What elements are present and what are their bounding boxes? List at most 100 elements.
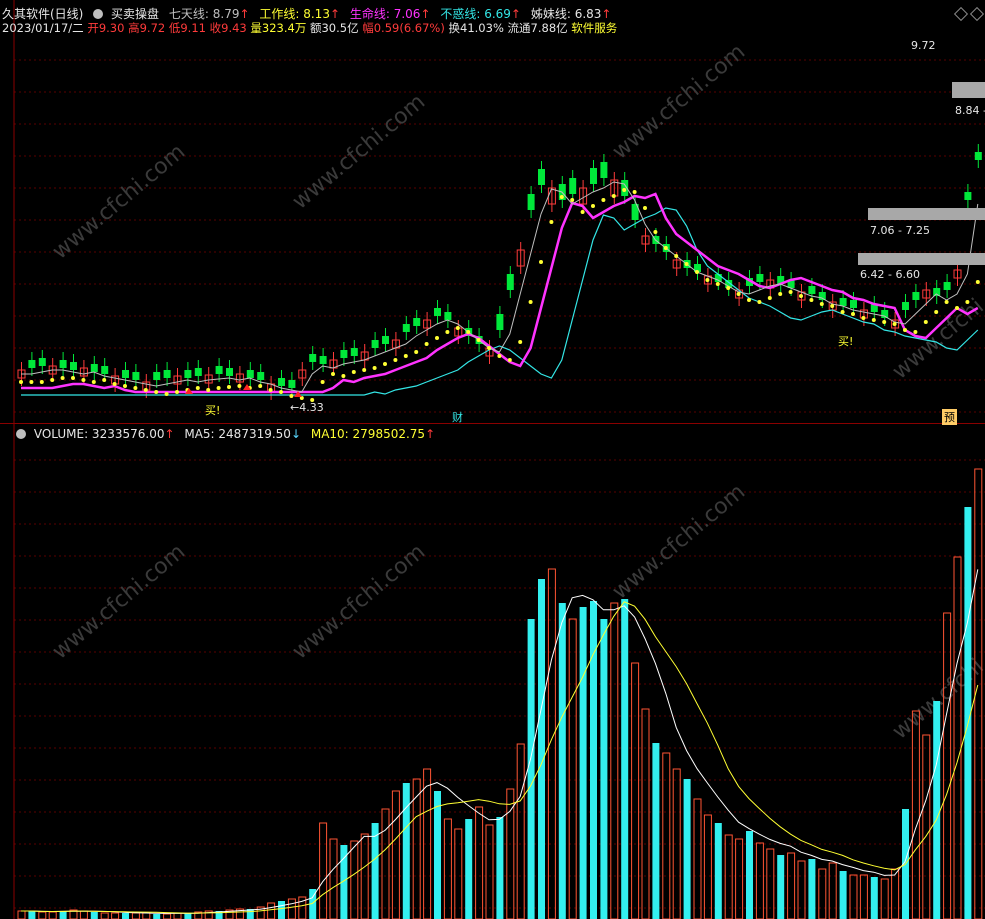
candle-body [90,364,98,372]
work-line-dot [487,346,491,350]
candle-body [496,314,504,330]
candle-body [215,366,223,374]
candle-body [850,300,857,308]
candle-body [590,168,597,184]
work-line-dot [143,388,148,392]
volume-bar [746,831,753,919]
volume-bar [122,913,129,919]
work-line-dot [518,340,523,344]
volume-bar [100,912,109,919]
level-label-3: 6.42 - 6.60 [860,268,920,281]
volume-bar [558,603,566,919]
line-7day: 七天线: 8.79 [169,7,250,21]
volume-bar [111,912,120,919]
work-line-dot [351,370,356,374]
work-line-dot [539,260,543,264]
volume-bar [142,912,151,919]
work-line-dot [799,294,803,298]
quote-high: 高9.72 [128,21,166,35]
volume-bar [79,910,88,919]
work-line-dot [175,390,179,394]
volume-bar [131,912,140,919]
volume-bar [933,701,941,919]
work-line-dot [684,262,689,266]
work-line-dot [715,282,720,286]
candle-body [194,368,202,376]
watermark-text: www.cfchi.com [608,39,750,164]
work-line-dot [60,376,65,380]
volume-bar [278,901,285,919]
work-line-dot [331,372,335,376]
buy-signal-2: 买! [838,335,854,348]
kline-chart[interactable]: www.cfchi.com www.cfchi.com www.cfchi.com w… [0,0,985,919]
work-line-dot [923,320,928,324]
volume-bar [735,838,744,919]
work-line-dot [643,206,647,210]
volume-bar [568,618,577,919]
volume-bar [371,823,379,919]
volume-bar [153,914,161,919]
watermark-text: www.cfchi.com [608,479,750,604]
work-line-dot [507,358,512,362]
quote-open: 开9.30 [87,21,125,35]
work-line-dot [341,374,346,378]
price-level-bar-3 [858,253,985,265]
volume-settings-icon[interactable] [16,429,26,439]
work-line-dot [570,198,575,202]
work-line-dot [455,326,460,330]
watermark-text: www.cfchi.com [288,89,430,214]
quote-low: 低9.11 [168,21,206,35]
volume-bar [443,818,452,919]
volume-bar [163,913,172,919]
work-line-dot [591,204,595,208]
candle-body [278,378,285,386]
volume-bar [59,911,67,919]
volume-label: VOLUME: 3233576.00 [33,427,165,441]
work-line-dot [279,390,283,394]
work-line-dot [71,376,75,380]
work-line-dot [372,366,377,370]
candle-body [59,360,67,368]
work-line-dot [955,306,959,310]
volume-bar [287,898,296,919]
ma5-label: MA5: 2487319.50 [184,427,291,441]
work-line-dot [258,384,263,388]
forecast-marker[interactable]: 预 [942,409,957,425]
candle-body [902,302,909,310]
work-line-dot [424,342,429,346]
work-line-dot [632,190,637,194]
candle-body [434,308,441,316]
quote-float: 流通7.88亿 [507,21,568,35]
work-line-dot [788,290,793,294]
volume-bar [870,877,878,919]
work-line-dot [882,320,887,324]
work-line-dot [830,304,835,308]
quote-volume: 量323.4万 [250,21,307,35]
volume-bar [17,910,26,919]
volume-bar [465,819,473,919]
settings-dropdown-icon[interactable] [93,9,104,19]
work-line-dot [19,380,23,384]
volume-bar [652,743,660,919]
work-line-dot [622,188,627,192]
quote-info: 2023/01/17/二 开9.30 高9.72 低9.11 收9.43 量32… [2,20,617,36]
finance-marker[interactable]: 财 [452,409,463,425]
seven-day-line [21,181,979,393]
work-line-dot [767,296,772,300]
indicator-name[interactable]: 买卖操盘 [111,7,159,21]
volume-bar [38,911,47,919]
work-line-dot [965,300,970,304]
candle-body [943,282,951,290]
ma10-label: MA10: 2798502.75 [310,427,426,441]
work-line-dot [819,302,824,306]
volume-bar [787,852,796,919]
work-line-dot [903,328,907,332]
work-line-dot [580,210,585,214]
watermark-text: www.cfchi.com [48,139,190,264]
watermark-text: www.cfchi.com [288,539,430,664]
volume-bar [381,808,390,919]
work-line-dot [403,354,408,358]
work-line-dot [123,384,127,388]
candle-body [28,360,36,368]
work-line-dot [227,385,231,389]
